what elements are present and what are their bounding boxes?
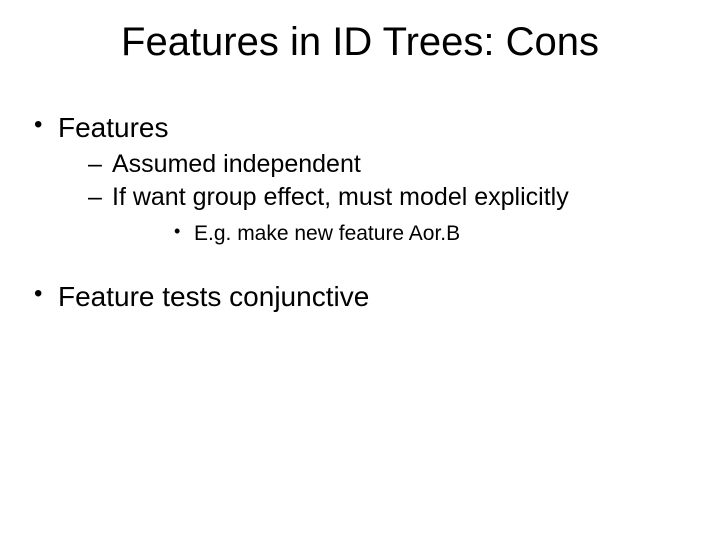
bullet-list-level3: E.g. make new feature Aor.B — [112, 220, 690, 247]
bullet-text: Assumed independent — [112, 150, 361, 178]
bullet-item: Features Assumed independent If want gro… — [30, 110, 690, 247]
slide: Features in ID Trees: Cons Features Assu… — [0, 0, 720, 540]
bullet-list-level1: Feature tests conjunctive — [30, 279, 690, 314]
bullet-item: If want group effect, must model explici… — [58, 182, 690, 247]
bullet-item: Assumed independent — [58, 149, 690, 180]
bullet-text: Features — [58, 112, 169, 143]
bullet-text: Feature tests conjunctive — [58, 281, 369, 312]
bullet-item: E.g. make new feature Aor.B — [112, 220, 690, 247]
spacer — [30, 253, 690, 279]
slide-title: Features in ID Trees: Cons — [0, 20, 720, 65]
bullet-list-level2: Assumed independent If want group effect… — [58, 149, 690, 247]
bullet-text: If want group effect, must model explici… — [112, 183, 569, 211]
bullet-list-level1: Features Assumed independent If want gro… — [30, 110, 690, 247]
slide-body: Features Assumed independent If want gro… — [30, 110, 690, 320]
bullet-item: Feature tests conjunctive — [30, 279, 690, 314]
bullet-text: E.g. make new feature Aor.B — [194, 222, 460, 245]
